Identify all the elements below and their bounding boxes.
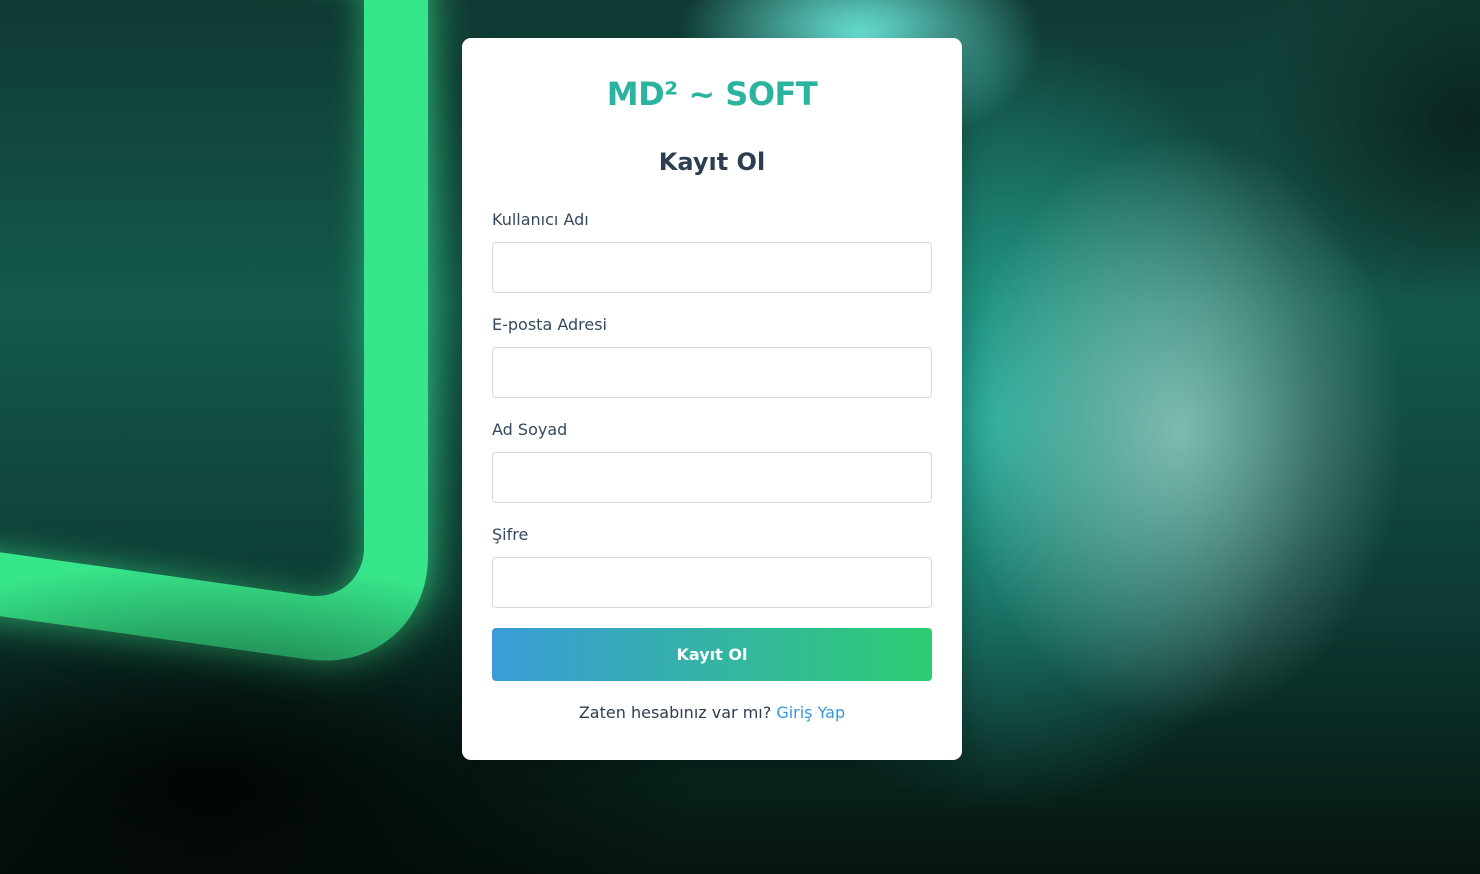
username-field-group: Kullanıcı Adı (492, 210, 932, 293)
background-profile (1260, 0, 1480, 300)
email-label: E-posta Adresi (492, 315, 607, 334)
password-field-group: Şifre (492, 525, 932, 608)
password-input[interactable] (492, 557, 932, 608)
fullname-field-group: Ad Soyad (492, 420, 932, 503)
login-prompt: Zaten hesabınız var mı? Giriş Yap (492, 703, 932, 723)
login-link[interactable]: Giriş Yap (776, 703, 845, 722)
username-label: Kullanıcı Adı (492, 210, 589, 229)
register-button[interactable]: Kayıt Ol (492, 628, 932, 681)
register-form: Kullanıcı Adı E-posta Adresi Ad Soyad Şi… (492, 210, 932, 681)
email-input[interactable] (492, 347, 932, 398)
brand-logo: MD² ~ SOFT (606, 75, 818, 113)
email-field-group: E-posta Adresi (492, 315, 932, 398)
register-card: MD² ~ SOFT Kayıt Ol Kullanıcı Adı E-post… (462, 38, 962, 760)
fullname-input[interactable] (492, 452, 932, 503)
password-label: Şifre (492, 525, 529, 544)
form-title: Kayıt Ol (658, 148, 766, 176)
login-prompt-text: Zaten hesabınız var mı? (578, 703, 772, 722)
username-input[interactable] (492, 242, 932, 293)
fullname-label: Ad Soyad (492, 420, 568, 439)
